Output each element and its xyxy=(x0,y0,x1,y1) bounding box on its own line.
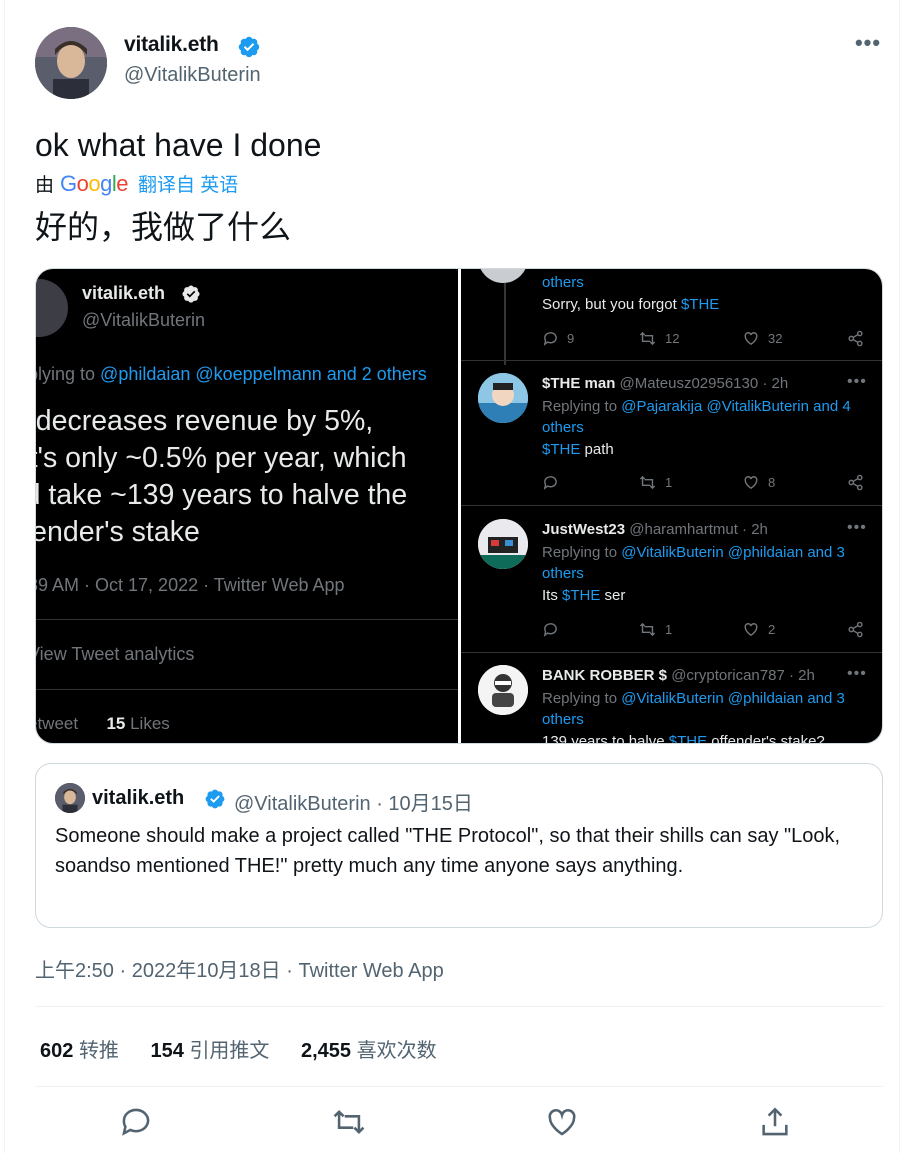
avatar[interactable] xyxy=(35,27,107,99)
reply-icon[interactable] xyxy=(119,1105,153,1139)
embedded-line: that's only ~0.5% per year, which xyxy=(36,442,407,474)
retweet-icon: 1 xyxy=(638,621,672,638)
replying-to: Replying to @VitalikButerin @phildaian a… xyxy=(542,544,845,582)
divider xyxy=(36,689,458,690)
reply-icon xyxy=(542,474,559,491)
like-icon[interactable] xyxy=(545,1105,579,1139)
avatar-image xyxy=(35,27,107,99)
embedded-tweet-body: It decreases revenue by 5%, that's only … xyxy=(36,403,407,551)
reply-icon: 9 xyxy=(542,330,574,347)
share-icon xyxy=(847,621,864,638)
cropped-avatar xyxy=(478,269,528,283)
like-icon: 32 xyxy=(742,330,782,347)
translate-link[interactable]: 翻译自 英语 xyxy=(138,170,238,197)
author-name[interactable]: vitalik.eth xyxy=(124,33,219,57)
author-handle[interactable]: @VitalikButerin xyxy=(124,64,261,87)
tweet-detail: vitalik.eth @VitalikButerin ••• ok what … xyxy=(4,0,900,1153)
translated-text: 好的，我做了什么 xyxy=(35,209,292,245)
reply-author: $THE man @Mateusz02956130 · 2h xyxy=(542,375,789,392)
more-icon: ••• xyxy=(847,373,867,390)
reply-text: Sorry, but you forgot $THE xyxy=(542,296,720,313)
quote-avatar xyxy=(55,783,85,813)
reply-to-tail: others xyxy=(542,274,584,291)
divider xyxy=(36,619,458,620)
quote-text: Someone should make a project called "TH… xyxy=(55,825,841,877)
likes-stat[interactable]: 2,455 喜欢次数 xyxy=(301,1034,437,1063)
tweet-text: ok what have I done xyxy=(35,127,322,163)
embedded-replying-to: plying to @phildaian @koeppelmann and 2 … xyxy=(36,364,427,384)
reply-author: BANK ROBBER $ @cryptorican787 · 2h xyxy=(542,667,815,684)
google-logo: Google xyxy=(60,170,129,196)
embedded-line: offender's stake xyxy=(36,516,200,548)
thread-line xyxy=(504,277,506,365)
retweets-stat[interactable]: 602 转推 xyxy=(40,1034,119,1063)
reply-avatar xyxy=(478,519,528,569)
embedded-meta: 39 AM · Oct 17, 2022 · Twitter Web App xyxy=(36,575,345,595)
embedded-author-handle: @VitalikButerin xyxy=(82,310,205,330)
retweet-icon: 1 xyxy=(638,474,672,491)
divider xyxy=(461,505,882,506)
more-icon[interactable]: ••• xyxy=(851,32,885,61)
share-icon xyxy=(847,330,864,347)
divider xyxy=(461,652,882,653)
replying-to: Replying to @VitalikButerin @phildaian a… xyxy=(542,690,845,728)
more-icon: ••• xyxy=(847,665,867,682)
reply-text: Its $THE ser xyxy=(542,587,626,604)
translation-attribution: 由 Google 翻译自 英语 xyxy=(35,170,238,197)
like-icon: 8 xyxy=(742,474,775,491)
media-image-right[interactable]: others Sorry, but you forgot $THE 9 12 3… xyxy=(461,269,882,744)
embedded-avatar xyxy=(36,279,68,337)
divider xyxy=(35,1006,883,1007)
retweet-icon[interactable] xyxy=(332,1105,366,1139)
engagement-stats: 602 转推 154 引用推文 2,455 喜欢次数 xyxy=(40,1034,463,1063)
media-grid[interactable]: vitalik.eth @VitalikButerin plying to @p… xyxy=(35,268,883,744)
tweet-timestamp[interactable]: 上午2:50 · 2022年10月18日 · Twitter Web App xyxy=(35,954,444,983)
divider xyxy=(461,360,882,361)
reply-avatar xyxy=(478,665,528,715)
quote-author-name: vitalik.eth xyxy=(92,787,185,809)
media-image-left[interactable]: vitalik.eth @VitalikButerin plying to @p… xyxy=(36,269,458,743)
embedded-verified-icon xyxy=(182,285,200,303)
reply-actions: 1 8 xyxy=(542,474,872,494)
embedded-author-name: vitalik.eth xyxy=(82,283,166,303)
like-icon: 2 xyxy=(742,621,775,638)
reply-actions: 1 2 xyxy=(542,621,872,641)
embedded-stats: etweet 15 Likes xyxy=(36,714,170,733)
translated-by-label: 由 xyxy=(35,175,55,196)
verified-badge-icon xyxy=(238,36,260,58)
quoted-tweet[interactable]: vitalik.eth @VitalikButerin · 10月15日 Som… xyxy=(35,763,883,928)
more-icon: ••• xyxy=(847,519,867,536)
reply-author: JustWest23 @haramhartmut · 2h xyxy=(542,521,768,538)
divider xyxy=(35,1086,883,1087)
reply-text: $THE path xyxy=(542,441,614,458)
share-icon[interactable] xyxy=(758,1105,792,1139)
quotes-stat[interactable]: 154 引用推文 xyxy=(151,1034,270,1063)
quote-author-handle: @VitalikButerin · 10月15日 xyxy=(234,793,473,815)
retweet-icon: 12 xyxy=(638,330,679,347)
verified-badge-icon xyxy=(205,789,225,809)
reply-icon xyxy=(542,621,559,638)
replying-to: Replying to @Pajarakija @VitalikButerin … xyxy=(542,398,851,436)
embedded-line: would take ~139 years to halve the xyxy=(36,479,408,511)
reply-avatar xyxy=(478,373,528,423)
reply-actions: 9 12 32 xyxy=(542,330,872,350)
share-icon xyxy=(847,474,864,491)
reply-text: 139 years to halve $THE offender's stake… xyxy=(542,733,825,744)
embedded-line: It decreases revenue by 5%, xyxy=(36,405,374,437)
embedded-analytics: View Tweet analytics xyxy=(36,644,195,664)
